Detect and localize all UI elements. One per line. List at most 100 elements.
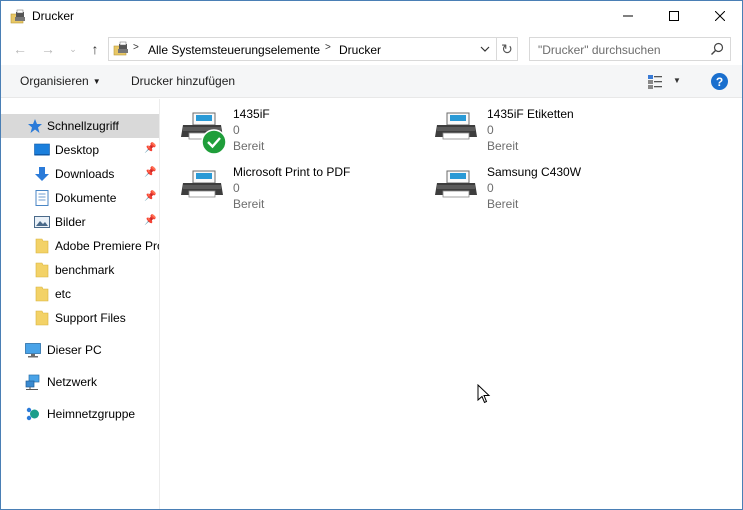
printer-item[interactable]: Microsoft Print to PDF 0 Bereit [161,157,401,211]
caret-down-icon: ▼ [92,77,101,86]
up-button[interactable]: ↑ [85,39,105,59]
forward-button[interactable]: → [38,39,58,59]
printer-item[interactable]: 1435iF Etiketten 0 Bereit [415,99,655,153]
printer-status: Bereit [233,139,265,153]
sidebar-item-label: Support Files [55,311,126,325]
command-bar: Organisieren ▼ Drucker hinzufügen ▼ ? [1,65,742,98]
chevron-down-icon: ⌄ [69,43,77,54]
folder-icon [35,262,49,278]
sidebar-item-label: benchmark [55,263,115,277]
sidebar-item-support-files[interactable]: Support Files [1,306,159,330]
sidebar-item-benchmark[interactable]: benchmark [1,258,159,282]
printer-icon [435,170,477,198]
organize-menu-button[interactable]: Organisieren ▼ [20,74,101,88]
sidebar-item-homegroup[interactable]: Heimnetzgruppe [1,402,159,426]
folder-icon [35,286,49,302]
sidebar-item-label: Dokumente [55,191,117,205]
breadcrumb-separator[interactable]: > [325,42,331,53]
breadcrumb-separator[interactable]: > [133,42,139,53]
refresh-button[interactable]: ↻ [496,38,517,60]
arrow-up-icon: ↑ [91,41,99,57]
printer-document-count: 0 [233,181,240,195]
printer-document-count: 0 [233,123,240,137]
sidebar-item-adobe-premiere-pro[interactable]: Adobe Premiere Pro [1,234,159,258]
help-label: ? [715,74,724,89]
arrow-left-icon: ← [13,41,27,57]
printer-icon [181,170,223,198]
sidebar-item-network[interactable]: Netzwerk [1,370,159,394]
pictures-icon [34,216,50,228]
printer-name: 1435iF [233,107,270,121]
printer-status: Bereit [233,197,265,211]
sidebar-item-quick-access[interactable]: Schnellzugriff [1,114,159,138]
documents-icon [35,190,49,206]
pin-icon[interactable]: 📌 [144,215,156,227]
sidebar-item-this-pc[interactable]: Dieser PC [1,338,159,362]
sidebar-item-label: Downloads [55,167,115,181]
computer-icon [25,343,41,358]
view-dropdown-caret-icon[interactable]: ▼ [673,76,681,85]
sidebar-item-pictures[interactable]: Bilder 📌 [1,210,159,234]
maximize-button[interactable] [651,1,697,31]
sidebar-item-label: Desktop [55,143,100,157]
printer-status: Bereit [487,139,519,153]
pin-icon[interactable]: 📌 [144,167,156,179]
minimize-button[interactable] [605,1,651,31]
folder-icon [35,238,49,254]
search-input[interactable]: "Drucker" durchsuchen [538,43,661,57]
title-bar[interactable]: Drucker [1,1,742,32]
sidebar-item-label: Heimnetzgruppe [47,407,136,421]
breadcrumb-all-control-panel-items[interactable]: Alle Systemsteuerungselemente [148,43,320,57]
sidebar-item-label: Netzwerk [47,375,98,389]
printer-document-count: 0 [487,181,494,195]
sidebar-item-label: Dieser PC [47,343,102,357]
address-history-button[interactable] [475,38,495,60]
printer-status: Bereit [487,197,519,211]
sidebar-item-desktop[interactable]: Desktop 📌 [1,138,159,162]
network-icon [25,374,40,390]
printer-name: Samsung C430W [487,165,582,179]
printer-name: Microsoft Print to PDF [233,165,351,179]
chevron-down-icon [480,46,490,52]
explorer-window: Drucker ← → ⌄ ↑ > Alle Systemsteuerungse… [0,0,743,510]
control-panel-printer-icon [113,41,128,56]
pin-icon[interactable]: 📌 [144,143,156,155]
downloads-icon [35,167,49,181]
star-icon [28,119,42,133]
sidebar-item-label: etc [55,287,72,301]
organize-label: Organisieren [20,74,89,88]
close-button[interactable] [697,1,743,31]
help-button[interactable]: ? [711,73,728,90]
printer-item[interactable]: 1435iF 0 Bereit [161,99,401,155]
address-bar[interactable]: > Alle Systemsteuerungselemente > Drucke… [108,37,518,61]
printer-document-count: 0 [487,123,494,137]
add-printer-button[interactable]: Drucker hinzufügen [131,74,235,88]
view-options-icon[interactable] [647,74,663,90]
back-button[interactable]: ← [10,39,30,59]
sidebar-item-downloads[interactable]: Downloads 📌 [1,162,159,186]
search-icon [711,42,724,55]
maximize-icon [669,11,679,21]
mouse-cursor-icon [477,384,491,404]
printer-folder-icon [10,9,25,24]
printer-name: 1435iF Etiketten [487,107,574,121]
sidebar-item-label: Adobe Premiere Pro [55,239,160,253]
search-box[interactable]: "Drucker" durchsuchen [529,37,731,61]
printer-icon [435,112,477,140]
recent-locations-button[interactable]: ⌄ [63,39,83,59]
sidebar-item-label: Schnellzugriff [47,119,119,133]
sidebar-item-etc[interactable]: etc [1,282,159,306]
arrow-right-icon: → [41,41,55,57]
window-title: Drucker [32,9,75,23]
refresh-icon: ↻ [501,40,513,57]
sidebar-item-documents[interactable]: Dokumente 📌 [1,186,159,210]
breadcrumb-printers[interactable]: Drucker [339,43,381,57]
minimize-icon [623,15,633,17]
homegroup-icon [26,407,39,421]
printer-list: 1435iF 0 Bereit 1435iF Etiketten 0 Berei… [161,99,742,509]
default-printer-check-icon [201,129,227,155]
navigation-pane: Schnellzugriff Desktop 📌 Downloads 📌 Dok… [1,99,160,509]
pin-icon[interactable]: 📌 [144,191,156,203]
navigation-row: ← → ⌄ ↑ > Alle Systemsteuerungselemente … [1,33,742,65]
printer-item[interactable]: Samsung C430W 0 Bereit [415,157,655,211]
